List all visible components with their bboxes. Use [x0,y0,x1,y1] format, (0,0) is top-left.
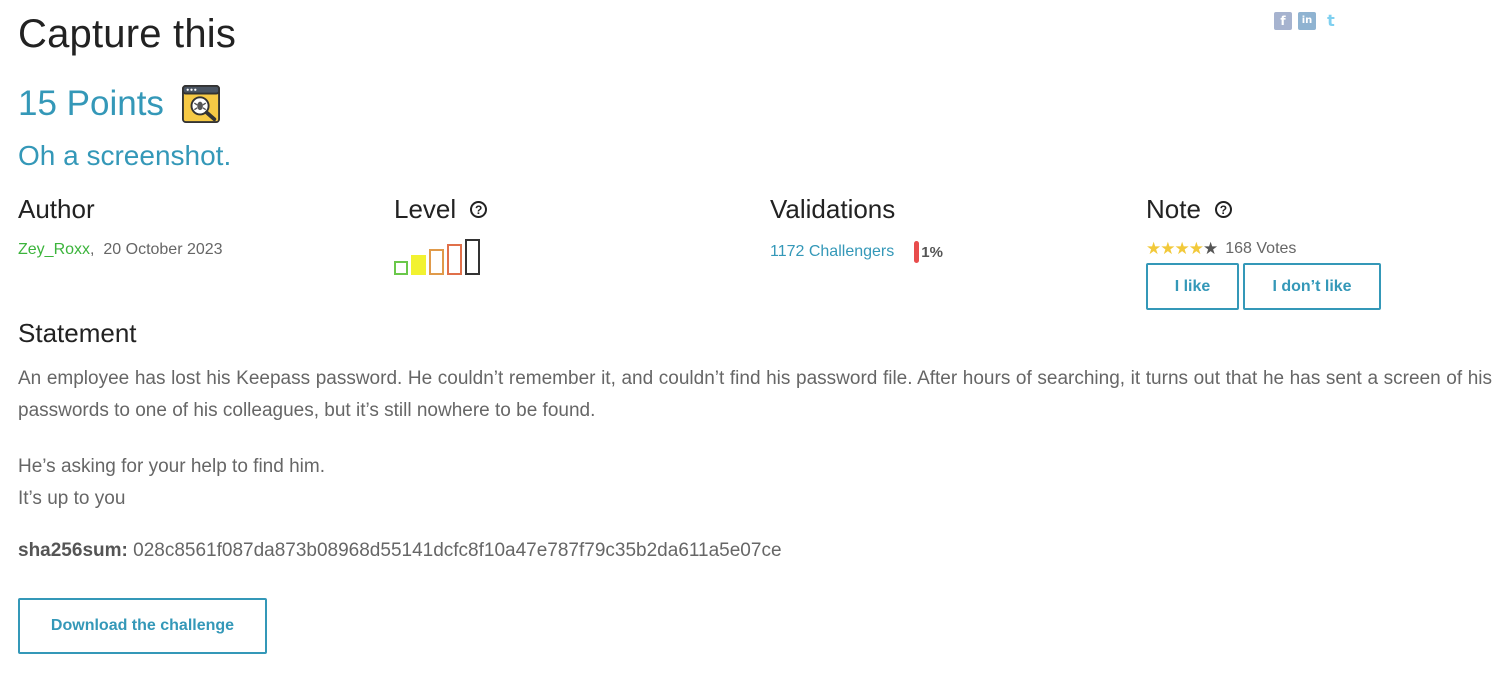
statement-paragraph: He’s asking for your help to find him. [18,456,325,477]
sha256-label: sha256sum: [18,540,128,561]
author-separator: , [90,241,95,258]
challenge-subtitle: Oh a screenshot. [18,140,232,171]
points-row: 15 Points [18,84,220,124]
star-icon[interactable]: ★ [1160,239,1175,258]
dislike-button[interactable]: I don’t like [1243,263,1381,310]
linkedin-icon[interactable]: in [1298,12,1316,30]
validations-section: Validations 1172 Challengers 1% [770,194,943,263]
level-section: Level ? [394,194,488,275]
vote-buttons: I like I don’t like [1146,263,1381,310]
difficulty-bars [394,239,487,275]
note-section: Note ? ★★★★★ 168 Votes I like I don’t li… [1146,194,1381,310]
points-value: 15 Points [18,84,164,123]
statement-heading: Statement [18,318,137,348]
level-heading-label: Level [394,194,457,224]
level-heading: Level ? [394,194,488,225]
help-icon[interactable]: ? [1214,201,1232,218]
note-heading-label: Note [1146,194,1201,224]
star-icon[interactable]: ★ [1189,239,1204,258]
star-icon[interactable]: ★ [1146,239,1161,258]
download-challenge-button[interactable]: Download the challenge [18,598,267,654]
author-link[interactable]: Zey_Roxx [18,241,90,258]
facebook-icon[interactable]: f [1274,12,1292,30]
star-icon[interactable]: ★ [1175,239,1190,258]
rating-stars: ★★★★★ [1146,239,1218,259]
difficulty-bar-5 [465,239,480,275]
validation-percent: 1% [921,243,943,261]
difficulty-bar-3 [429,249,444,275]
publish-date: 20 October 2023 [103,241,223,258]
difficulty-bar-2 [411,255,426,275]
author-heading-label: Author [18,194,95,224]
author-section: Author Zey_Roxx, 20 October 2023 [18,194,223,259]
challenge-page: f in t Capture this 15 Points Oh a scree… [0,0,1509,686]
validations-heading-label: Validations [770,194,896,224]
note-heading: Note ? [1146,194,1381,225]
sha256-value: 028c8561f087da873b08968d55141dcfc8f10a47… [133,540,782,561]
difficulty-bar-1 [394,261,408,275]
validation-percent-bar [914,241,920,263]
help-icon[interactable]: ? [470,201,488,218]
challenge-title: Capture this [18,12,237,56]
forensics-bug-magnifier-icon [181,85,220,123]
challengers-link[interactable]: 1172 Challengers [770,243,894,261]
rating-line: ★★★★★ 168 Votes [1146,239,1381,259]
validations-line: 1172 Challengers 1% [770,241,943,263]
difficulty-bar-4 [447,244,462,275]
author-line: Zey_Roxx, 20 October 2023 [18,241,223,259]
author-heading: Author [18,194,223,225]
statement-paragraph: It’s up to you [18,488,126,509]
share-bar: f in t [1274,12,1340,30]
sha256-line: sha256sum: 028c8561f087da873b08968d55141… [18,540,782,562]
vote-count: 168 Votes [1225,240,1297,257]
like-button[interactable]: I like [1146,263,1239,310]
star-icon[interactable]: ★ [1203,239,1218,258]
twitter-icon[interactable]: t [1322,12,1340,30]
validations-heading: Validations [770,194,943,225]
statement-paragraph: An employee has lost his Keepass passwor… [18,368,1492,421]
